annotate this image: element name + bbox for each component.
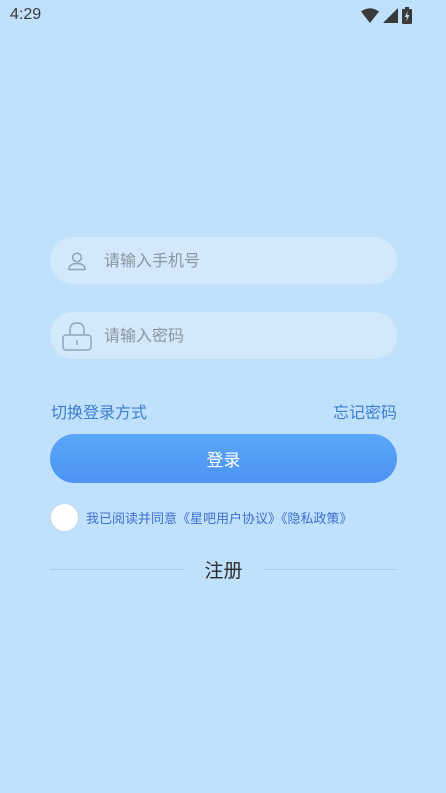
- password-field[interactable]: [50, 312, 397, 359]
- phone-field[interactable]: [50, 237, 397, 284]
- divider-right: [264, 568, 398, 570]
- login-links: 切换登录方式 忘记密码: [51, 399, 397, 423]
- login-button[interactable]: 登录: [50, 434, 397, 483]
- lock-icon: [50, 312, 104, 359]
- agreement-row: 我已阅读并同意《星吧用户协议》《隐私政策》: [50, 502, 396, 532]
- forgot-password-link[interactable]: 忘记密码: [333, 399, 397, 423]
- battery-charging-icon: [402, 6, 412, 24]
- status-icons: [361, 6, 412, 24]
- agreement-text[interactable]: 我已阅读并同意《星吧用户协议》《隐私政策》: [86, 508, 353, 527]
- cellular-signal-icon: [383, 7, 398, 23]
- phone-input[interactable]: [104, 251, 364, 270]
- status-bar: 4:29: [0, 0, 446, 32]
- password-input[interactable]: [104, 326, 364, 345]
- status-time: 4:29: [10, 6, 42, 23]
- divider-left: [50, 568, 183, 570]
- switch-login-method-link[interactable]: 切换登录方式: [51, 399, 147, 423]
- user-icon: [50, 237, 104, 284]
- register-section: 注册: [50, 554, 398, 584]
- wifi-icon: [361, 7, 379, 23]
- agreement-checkbox[interactable]: [50, 502, 79, 532]
- register-link[interactable]: 注册: [183, 556, 265, 583]
